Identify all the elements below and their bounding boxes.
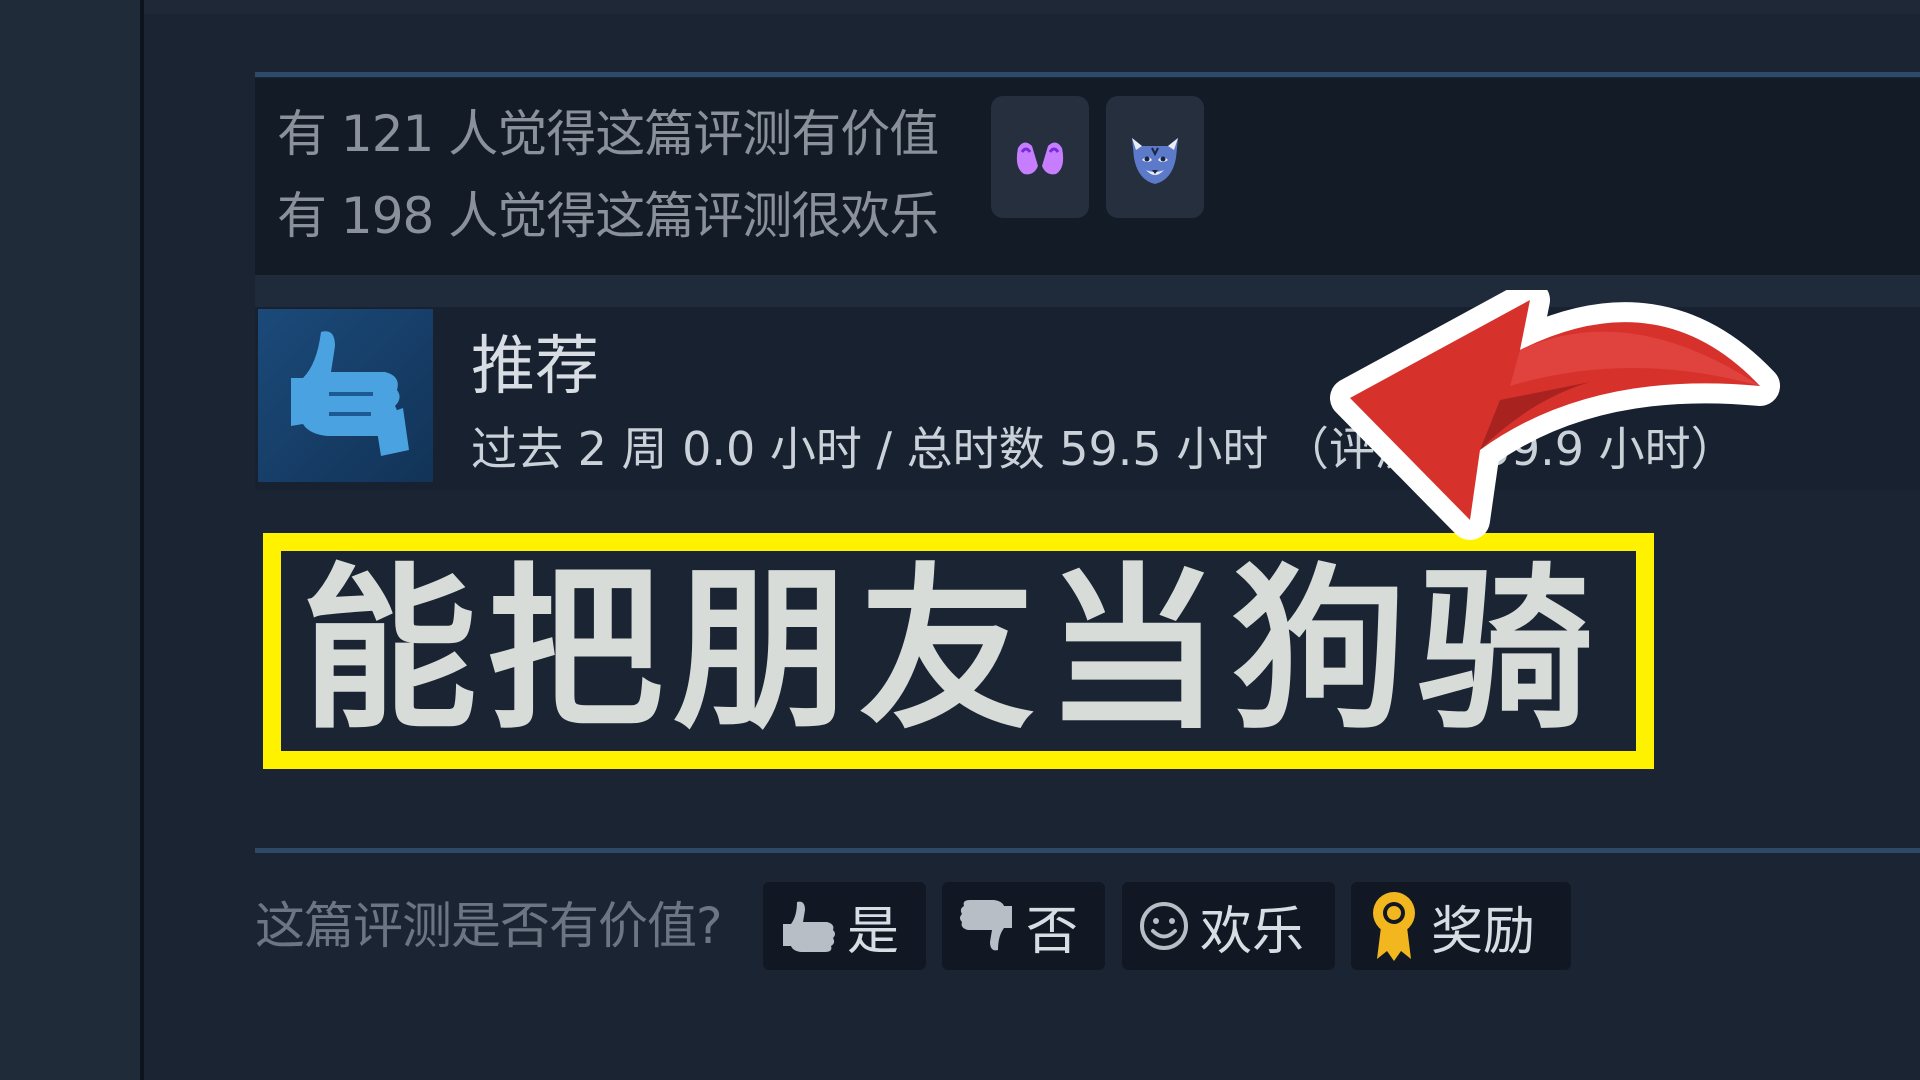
thumbs-up-large-icon bbox=[291, 331, 409, 456]
thumbs-down-icon bbox=[958, 898, 1016, 954]
vote-yes-button[interactable]: 是 bbox=[763, 882, 926, 970]
helpful-count-text: 有 121 人觉得这篇评测有价值 bbox=[277, 105, 939, 163]
thumbs-up-icon bbox=[779, 898, 837, 954]
vote-no-button[interactable]: 否 bbox=[942, 882, 1105, 970]
left-border bbox=[140, 0, 144, 1080]
review-body-text: 能把朋友当狗骑 bbox=[301, 548, 1604, 753]
bottom-divider bbox=[255, 848, 1920, 853]
hands-award-icon[interactable] bbox=[991, 96, 1089, 218]
vote-funny-label: 欢乐 bbox=[1200, 901, 1305, 962]
vote-yes-label: 是 bbox=[847, 901, 900, 962]
funny-count-text: 有 198 人觉得这篇评测很欢乐 bbox=[277, 187, 939, 245]
review-body-highlight: 能把朋友当狗骑 bbox=[263, 533, 1654, 769]
vote-funny-button[interactable]: 欢乐 bbox=[1122, 882, 1335, 970]
left-gutter bbox=[0, 0, 142, 1080]
award-ribbon-icon bbox=[1367, 889, 1421, 963]
red-arrow-icon bbox=[1330, 290, 1780, 540]
give-award-label: 奖励 bbox=[1431, 901, 1536, 962]
review-verdict: 推荐 bbox=[471, 330, 599, 404]
top-divider bbox=[255, 72, 1920, 77]
recommended-thumb-box bbox=[258, 309, 433, 482]
vote-no-label: 否 bbox=[1026, 901, 1079, 962]
awards-summary-panel: 有 121 人觉得这篇评测有价值 有 198 人觉得这篇评测很欢乐 bbox=[255, 78, 1920, 275]
give-award-button[interactable]: 奖励 bbox=[1351, 882, 1571, 970]
tiger-award-icon[interactable] bbox=[1106, 96, 1204, 218]
helpful-question: 这篇评测是否有价值? bbox=[255, 897, 723, 955]
top-strip bbox=[144, 0, 1920, 14]
smiley-icon bbox=[1138, 900, 1190, 952]
